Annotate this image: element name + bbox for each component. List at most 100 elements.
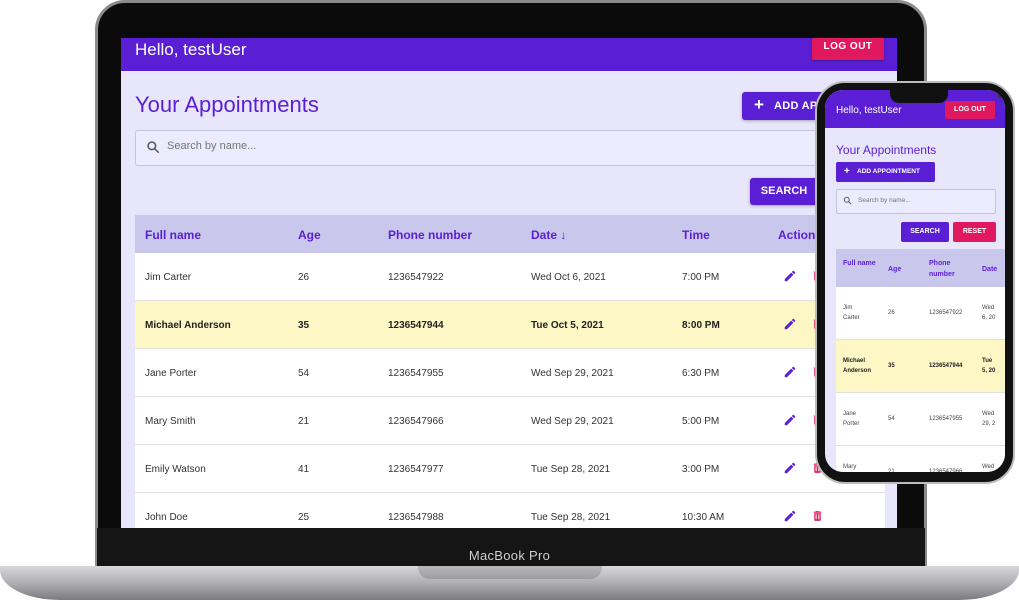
cell-date-line1: Wed bbox=[982, 411, 995, 417]
table-header: Full name Age Phone number Date ↓ Time A… bbox=[135, 215, 885, 253]
cell-age: 41 bbox=[298, 464, 310, 475]
cell-phone: 1236547955 bbox=[929, 416, 963, 422]
cell-time: 8:00 PM bbox=[682, 320, 720, 331]
column-header-phone[interactable]: Phone number bbox=[388, 228, 472, 242]
cell-date-line1: Wed bbox=[982, 464, 995, 470]
column-header-date[interactable]: Date ↓ bbox=[531, 228, 566, 242]
greeting: Hello, testUser bbox=[135, 40, 247, 59]
table-row[interactable]: Jane Porter 54 1236547955 Wed Sep 29, 2021 6… bbox=[135, 349, 885, 397]
cell-date: Tue Sep 28, 2021 bbox=[531, 464, 611, 475]
cell-name: Jane Porter bbox=[145, 368, 197, 379]
cell-name: Michael Anderson bbox=[145, 320, 231, 331]
column-header-name[interactable]: Full name bbox=[145, 228, 201, 242]
laptop-screen: Hello, testUser LOG OUT Your Appointment… bbox=[121, 38, 897, 528]
phone-screen: Hello, testUser LOG OUT Your Appointment… bbox=[825, 90, 1005, 472]
table-row[interactable]: John Doe 25 1236547988 Tue Sep 28, 2021 10:3… bbox=[135, 493, 885, 528]
cell-name-line2: Porter bbox=[843, 421, 860, 427]
cell-age: 35 bbox=[298, 320, 310, 331]
cell-phone: 1236547955 bbox=[388, 368, 444, 379]
cell-time: 5:00 PM bbox=[682, 416, 720, 427]
cell-date-line1: Tue bbox=[982, 358, 993, 364]
search-icon bbox=[147, 141, 160, 154]
phone-column-header-age[interactable]: Age bbox=[888, 264, 924, 275]
phone-add-appointment-button[interactable]: + ADD APPOINTMENT bbox=[836, 162, 935, 182]
column-header-time[interactable]: Time bbox=[682, 228, 710, 242]
phone-table-row[interactable]: Michael Anderson 35 1236547944 Tue 5, 20 bbox=[836, 340, 1005, 393]
phone-column-header-name[interactable]: Full name bbox=[843, 258, 879, 269]
phone-add-appointment-label: ADD APPOINTMENT bbox=[857, 168, 920, 175]
cell-phone: 1236547944 bbox=[929, 363, 963, 369]
cell-name-line1: Jane bbox=[843, 411, 857, 417]
cell-name: John Doe bbox=[145, 512, 188, 523]
phone-column-header-phone[interactable]: Phone number bbox=[929, 258, 965, 280]
search-field[interactable] bbox=[135, 130, 835, 166]
table-row[interactable]: Michael Anderson 35 1236547944 Tue Oct 5, 2… bbox=[135, 301, 885, 349]
cell-age: 54 bbox=[888, 416, 895, 422]
cell-name: Mary Smith bbox=[145, 416, 196, 427]
cell-age: 54 bbox=[298, 368, 310, 379]
cell-age: 21 bbox=[298, 416, 310, 427]
cell-date: Tue Oct 5, 2021 bbox=[531, 320, 604, 331]
cell-date-line2: 6, 20 bbox=[982, 315, 996, 321]
phone-table-row[interactable]: Jane Porter 54 1236547955 Wed 29, 2 bbox=[836, 393, 1005, 446]
phone-greeting: Hello, testUser bbox=[836, 105, 902, 116]
phone-table-row[interactable]: Jim Carter 26 1236547922 Wed 6, 20 bbox=[836, 287, 1005, 340]
pencil-icon[interactable] bbox=[783, 461, 797, 478]
trash-icon[interactable] bbox=[811, 509, 824, 526]
phone-notch bbox=[890, 90, 1002, 103]
pencil-icon[interactable] bbox=[783, 509, 797, 526]
logout-button[interactable]: LOG OUT bbox=[812, 38, 884, 60]
cell-phone: 1236547922 bbox=[388, 272, 444, 283]
cell-phone: 1236547966 bbox=[388, 416, 444, 427]
cell-time: 7:00 PM bbox=[682, 272, 720, 283]
cell-date-line2: 5, 20 bbox=[982, 368, 996, 374]
phone-search-field[interactable] bbox=[836, 189, 996, 214]
cell-name-line2: Anderson bbox=[843, 368, 872, 374]
laptop-notch bbox=[418, 566, 602, 579]
pencil-icon[interactable] bbox=[783, 317, 797, 334]
phone-search-input[interactable] bbox=[856, 196, 990, 205]
plus-icon: + bbox=[844, 166, 850, 177]
cell-date-line1: Wed bbox=[982, 305, 995, 311]
column-header-age[interactable]: Age bbox=[298, 228, 321, 242]
cell-date: Wed Sep 29, 2021 bbox=[531, 416, 614, 427]
cell-phone: 1236547977 bbox=[388, 464, 444, 475]
cell-date: Wed Oct 6, 2021 bbox=[531, 272, 606, 283]
camera-icon bbox=[998, 94, 1002, 98]
column-header-date-label: Date bbox=[531, 228, 558, 242]
phone-search-button[interactable]: SEARCH bbox=[901, 222, 949, 242]
search-input[interactable] bbox=[165, 139, 669, 153]
cell-date-line2: 29, 2 bbox=[982, 421, 996, 427]
table-row[interactable]: Mary Smith 21 1236547966 Wed Sep 29, 2021 5:… bbox=[135, 397, 885, 445]
cell-age: 26 bbox=[298, 272, 310, 283]
cell-name-line1: Mary bbox=[843, 464, 857, 470]
cell-name-line2: Carter bbox=[843, 315, 860, 321]
cell-phone: 1236547988 bbox=[388, 512, 444, 523]
phone-table-body: Jim Carter 26 1236547922 Wed 6, 20 Michael Ande… bbox=[836, 287, 1005, 472]
pencil-icon[interactable] bbox=[783, 269, 797, 286]
device-label: MacBook Pro bbox=[468, 548, 551, 563]
phone-reset-button[interactable]: RESET bbox=[953, 222, 996, 242]
phone-column-header-date[interactable]: Date bbox=[982, 264, 1005, 275]
arrow-down-icon: ↓ bbox=[560, 228, 567, 242]
table-row[interactable]: Emily Watson 41 1236547977 Tue Sep 28, 2021… bbox=[135, 445, 885, 493]
phone-appointments-table: Full name Age Phone number Date Jim Carte… bbox=[836, 249, 1005, 472]
phone-logout-button[interactable]: LOG OUT bbox=[945, 101, 995, 119]
search-icon bbox=[843, 196, 852, 205]
table-row[interactable]: Jim Carter 26 1236547922 Wed Oct 6, 2021 7:0… bbox=[135, 253, 885, 301]
pencil-icon[interactable] bbox=[783, 365, 797, 382]
phone-table-row[interactable]: Mary 21 1236547966 Wed bbox=[836, 446, 1005, 472]
search-button[interactable]: SEARCH bbox=[750, 178, 818, 205]
cell-time: 6:30 PM bbox=[682, 368, 720, 379]
cell-time: 3:00 PM bbox=[682, 464, 720, 475]
cell-time: 10:30 AM bbox=[682, 512, 725, 523]
cell-phone: 1236547922 bbox=[929, 310, 963, 316]
cell-date: Wed Sep 29, 2021 bbox=[531, 368, 614, 379]
cell-name-line1: Jim bbox=[843, 305, 853, 311]
cell-name-line1: Michael bbox=[843, 358, 866, 364]
pencil-icon[interactable] bbox=[783, 413, 797, 430]
phone-table-header: Full name Age Phone number Date bbox=[836, 249, 1005, 287]
cell-age: 35 bbox=[888, 363, 895, 369]
cell-age: 26 bbox=[888, 310, 895, 316]
cell-date: Tue Sep 28, 2021 bbox=[531, 512, 611, 523]
